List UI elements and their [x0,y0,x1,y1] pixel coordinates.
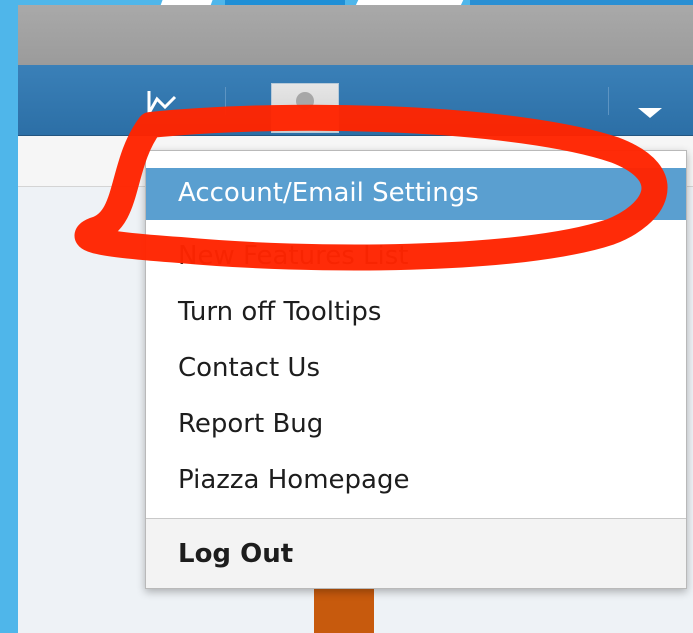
menu-item-report-bug[interactable]: Report Bug [146,399,686,449]
nav-divider [608,87,609,115]
menu-item-piazza-homepage[interactable]: Piazza Homepage [146,455,686,505]
menu-item-account-email-settings[interactable]: Account/Email Settings [146,168,686,220]
title-bar [18,5,693,65]
dropdown-caret-icon[interactable] [638,108,662,118]
account-dropdown-menu: Account/Email Settings New Features List… [145,150,687,589]
top-navbar [18,65,693,136]
menu-item-turn-off-tooltips[interactable]: Turn off Tooltips [146,287,686,337]
nav-divider [225,87,226,115]
avatar-placeholder-icon [296,92,314,110]
menu-item-new-features-list[interactable]: New Features List [146,231,686,281]
menu-item-contact-us[interactable]: Contact Us [146,343,686,393]
stats-icon[interactable] [146,87,180,117]
avatar[interactable] [271,83,339,133]
menu-item-log-out[interactable]: Log Out [146,529,686,579]
